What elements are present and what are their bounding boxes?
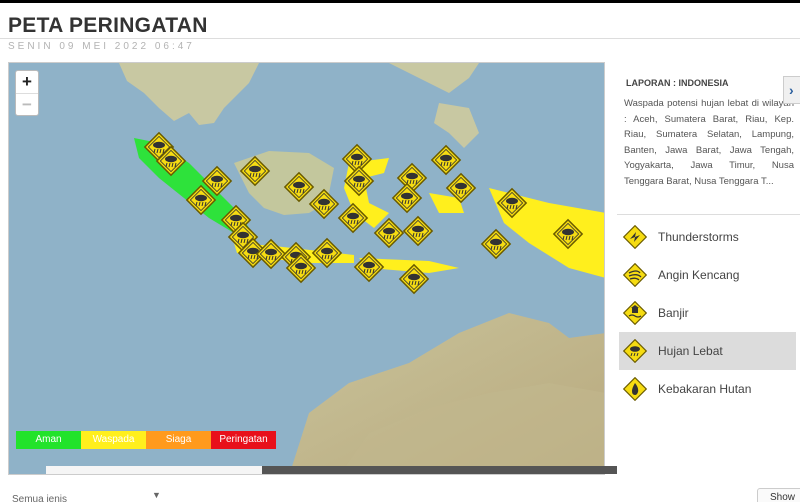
type-select[interactable]: Semua jenis [12, 494, 67, 502]
page: PETA PERINGATAN SENIN 09 MEI 2022 06:47 [0, 0, 800, 502]
category-label: Kebakaran Hutan [658, 382, 752, 396]
divider [0, 38, 800, 39]
footer: Semua jenis ▼ [0, 476, 800, 502]
category-label: Thunderstorms [658, 230, 739, 244]
chevron-down-icon: ▼ [152, 490, 161, 500]
legend-waspada: Waspada [81, 431, 146, 449]
category-label: Hujan Lebat [658, 344, 723, 358]
next-arrow-button[interactable]: › [783, 76, 800, 104]
category-banjir[interactable]: Banjir [619, 294, 796, 332]
warning-map[interactable] [8, 62, 605, 475]
zoom-control: + − [15, 70, 39, 116]
heavy-rain-icon [623, 339, 647, 363]
category-label: Banjir [658, 306, 689, 320]
legend-siaga: Siaga [146, 431, 211, 449]
top-border [0, 0, 800, 3]
wind-icon [623, 263, 647, 287]
warning-markers [144, 132, 583, 294]
category-label: Angin Kencang [658, 268, 740, 282]
page-datetime: SENIN 09 MEI 2022 06:47 [8, 41, 195, 52]
map-legend: Aman Waspada Siaga Peringatan [16, 431, 276, 449]
panel-divider [617, 214, 800, 215]
map-scrollbar-track [46, 466, 262, 474]
flood-icon [623, 301, 647, 325]
page-title: PETA PERINGATAN [8, 14, 208, 37]
category-hujan-lebat[interactable]: Hujan Lebat [619, 332, 796, 370]
legend-peringatan: Peringatan [211, 431, 276, 449]
category-angin-kencang[interactable]: Angin Kencang [619, 256, 796, 294]
report-title: LAPORAN : INDONESIA [626, 78, 729, 88]
report-panel: LAPORAN : INDONESIA Waspada potensi huja… [617, 62, 800, 475]
report-text: Waspada potensi hujan lebat di wilayah :… [624, 98, 794, 187]
category-kebakaran-hutan[interactable]: Kebakaran Hutan [619, 370, 796, 408]
zoom-out-button[interactable]: − [16, 93, 38, 115]
lightning-icon [623, 225, 647, 249]
category-thunderstorms[interactable]: Thunderstorms [619, 218, 796, 256]
zoom-in-button[interactable]: + [16, 71, 38, 93]
fire-icon [623, 377, 647, 401]
show-button[interactable]: Show [757, 488, 800, 502]
legend-aman: Aman [16, 431, 81, 449]
